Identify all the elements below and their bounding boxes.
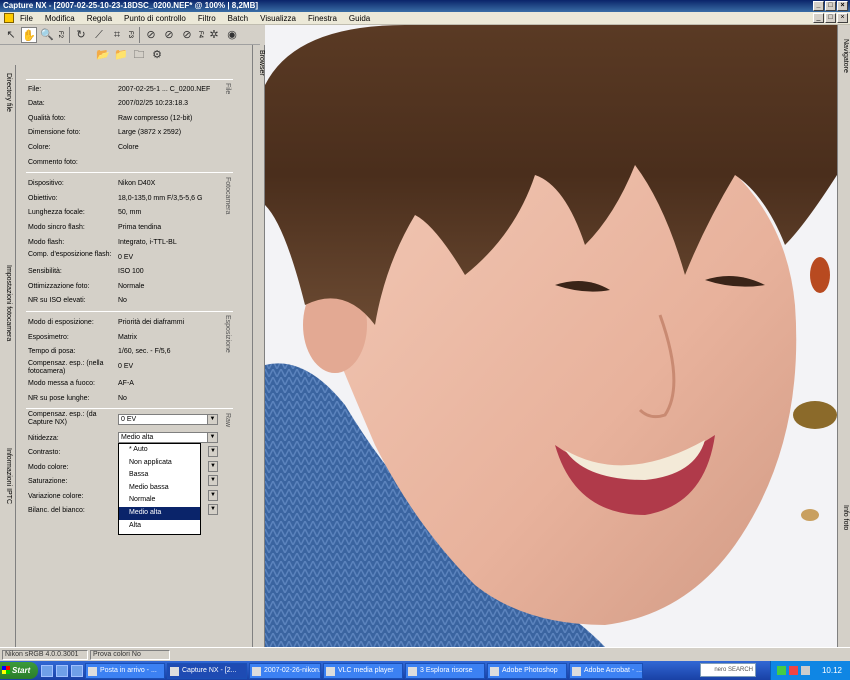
color-mode-select-arrow[interactable]: ▼ [208, 461, 218, 472]
menu-modifica[interactable]: Modifica [45, 14, 75, 23]
browser-tab-strip: Browser [252, 45, 265, 647]
dropdown-option[interactable]: Non applicata [119, 457, 200, 470]
browse-folder-icon[interactable]: 📁 [113, 47, 129, 63]
open-folder-icon[interactable]: 📂 [95, 47, 111, 63]
tab-iptc[interactable]: Informazioni IPTC [1, 448, 15, 504]
chevron-down-icon[interactable]: ▼ [207, 433, 217, 442]
maximize-button[interactable]: □ [825, 1, 836, 11]
volume-icon[interactable] [801, 666, 810, 675]
task-outlook[interactable]: Posta in arrivo - ... [85, 662, 165, 679]
photo-canvas[interactable] [265, 25, 837, 647]
neutral-point-icon[interactable]: ⊘ [179, 27, 195, 43]
dropdown-option[interactable]: Medio bassa [119, 482, 200, 495]
start-button[interactable]: Start [0, 662, 38, 679]
dropdown-option[interactable]: Bassa [119, 469, 200, 482]
menu-bar: File Modifica Regola Punto di controllo … [0, 12, 850, 25]
section-label-file: File [224, 83, 231, 95]
menu-finestra[interactable]: Finestra [308, 14, 337, 23]
photo-image [265, 25, 837, 647]
menu-punto-controllo[interactable]: Punto di controllo [124, 14, 186, 23]
toolbar-divider [69, 26, 70, 43]
menu-batch[interactable]: Batch [228, 14, 248, 23]
left-tab-strip: Directory file Impostazioni fotocamera I… [0, 65, 16, 647]
tab-photo-info[interactable]: Info foto [838, 505, 850, 530]
task-explorer[interactable]: 3 Esplora risorse [405, 662, 485, 679]
section-label-camera: Fotocamera [224, 177, 231, 215]
saturation-select-arrow[interactable]: ▼ [208, 475, 218, 486]
contrast-select-arrow[interactable]: ▼ [208, 446, 218, 457]
section-label-exposure: Esposizione [224, 315, 231, 353]
doc-maximize-button[interactable]: □ [825, 13, 836, 23]
white-point-icon[interactable]: ⊘ [161, 27, 177, 43]
section-divider [26, 311, 233, 312]
title-bar: Capture NX - [2007-02-25-10-23-18DSC_020… [0, 0, 850, 12]
toolbar-f4-label: F4 [197, 30, 203, 38]
dropdown-option-selected[interactable]: Medio alta [119, 506, 200, 520]
task-photoshop[interactable]: Adobe Photoshop [487, 662, 567, 679]
media-icon[interactable] [71, 664, 83, 677]
crop-icon[interactable]: ⌗ [109, 27, 125, 43]
menu-guida[interactable]: Guida [349, 14, 370, 23]
toolbar-f3-label: F3 [127, 30, 133, 38]
browser-icon[interactable] [56, 664, 68, 677]
tab-navigator[interactable]: Navigatore [838, 39, 850, 73]
red-eye-icon[interactable]: ✲ [206, 27, 222, 43]
exposure-comp-select[interactable]: 0 EV ▼ [118, 414, 218, 425]
tab-directory-file[interactable]: Directory file [1, 73, 15, 112]
straighten-icon[interactable]: ⟋ [91, 27, 107, 43]
section-label-raw: Raw [224, 413, 231, 428]
toolbar-f2-label: F2 [57, 30, 63, 38]
dropdown-option[interactable]: Normale [119, 494, 200, 507]
nero-search-box[interactable]: nero SEARCH [700, 663, 756, 677]
menu-regola[interactable]: Regola [87, 14, 112, 23]
tab-camera-settings[interactable]: Impostazioni fotocamera [1, 265, 15, 341]
save-folder-icon[interactable]: 🗀 [131, 47, 147, 63]
window-title: Capture NX - [2007-02-25-10-23-18DSC_020… [3, 1, 259, 10]
network-icon[interactable] [777, 666, 786, 675]
task-acrobat[interactable]: Adobe Acrobat - ... [569, 662, 643, 679]
file-toolbar: 📂 📁 🗀 ⚙ [95, 46, 255, 64]
section-divider [26, 79, 233, 80]
eye-icon[interactable]: ◉ [224, 27, 240, 43]
close-button[interactable]: × [837, 1, 848, 11]
document-icon[interactable] [4, 13, 14, 23]
black-point-icon[interactable]: ⊘ [143, 27, 159, 43]
menu-filtro[interactable]: Filtro [198, 14, 216, 23]
section-divider [26, 408, 233, 409]
task-vlc[interactable]: VLC media player [323, 662, 403, 679]
doc-close-button[interactable]: × [837, 13, 848, 23]
doc-minimize-button[interactable]: _ [813, 13, 824, 23]
status-bar: Nikon sRGB 4.0.0.3001 Prova colori No [0, 647, 850, 661]
zoom-tool-icon[interactable]: 🔍 [39, 27, 55, 43]
dropdown-option[interactable]: Alta [119, 520, 200, 533]
main-toolbar: ↖ ✋ 🔍 F2 ↻ ⟋ ⌗ F3 ⊘ ⊘ ⊘ F4 ✲ ◉ [0, 25, 260, 45]
sharpness-select[interactable]: Medio alta ▼ [118, 432, 218, 443]
menu-visualizza[interactable]: Visualizza [260, 14, 296, 23]
right-tab-strip: Navigatore Info foto [837, 25, 850, 647]
settings-gear-icon[interactable]: ⚙ [149, 47, 165, 63]
rotate-icon[interactable]: ↻ [73, 27, 89, 43]
toolbar-divider [139, 26, 140, 43]
proof-colors-status: Prova colori No [90, 650, 170, 660]
photo-info-panel: File File: 2007-02-25-1 ... C_0200.NEF Da… [18, 65, 258, 647]
task-capture-nx[interactable]: Capture NX - [2... [167, 662, 247, 679]
sharpness-dropdown-list: * Auto Non applicata Bassa Medio bassa N… [118, 443, 201, 535]
white-balance-select-arrow[interactable]: ▼ [208, 504, 218, 515]
color-profile-status: Nikon sRGB 4.0.0.3001 [2, 650, 88, 660]
task-folder[interactable]: 2007-02-26-nikon... [249, 662, 321, 679]
hue-select-arrow[interactable]: ▼ [208, 490, 218, 501]
minimize-button[interactable]: _ [813, 1, 824, 11]
system-tray: 10.12 [770, 661, 850, 680]
section-divider [26, 172, 233, 173]
clock: 10.12 [821, 666, 842, 675]
hand-tool-icon[interactable]: ✋ [21, 26, 37, 43]
chevron-down-icon[interactable]: ▼ [207, 415, 217, 424]
antivirus-icon[interactable] [789, 666, 798, 675]
dropdown-option[interactable]: * Auto [119, 444, 200, 457]
arrow-tool-icon[interactable]: ↖ [3, 27, 19, 43]
menu-file[interactable]: File [20, 14, 33, 23]
desktop-icon[interactable] [41, 664, 53, 677]
